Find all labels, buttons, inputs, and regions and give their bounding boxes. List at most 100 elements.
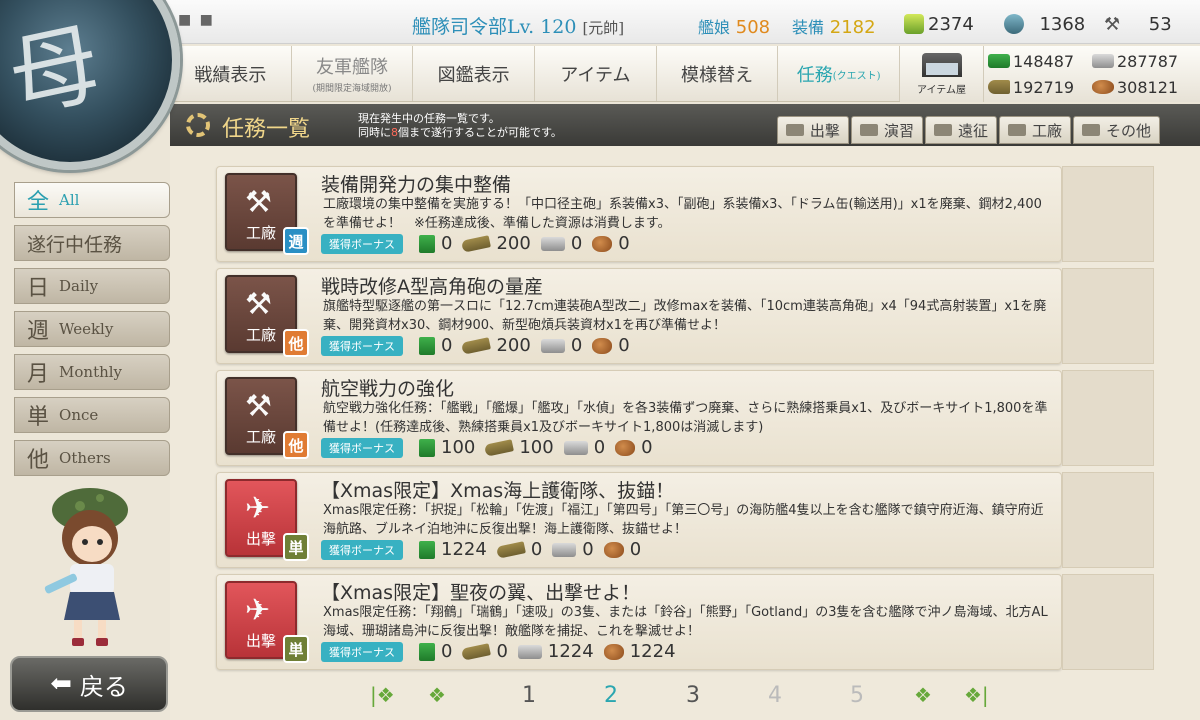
steel-count: 287787 bbox=[1092, 48, 1196, 74]
ammo-icon bbox=[495, 540, 526, 559]
reward-ammo: 0 bbox=[495, 539, 542, 560]
fuel-icon bbox=[419, 438, 435, 457]
quest-status-slot bbox=[1062, 268, 1154, 364]
reward-fuel: 1224 bbox=[419, 539, 487, 560]
quest-item[interactable]: ✈ 出撃 単 【Xmas限定】聖夜の翼、出撃せよ！ Xmas限定任務：「翔鶴」「瑞… bbox=[216, 574, 1062, 670]
filter-all[interactable]: 全 All bbox=[14, 182, 170, 218]
page-3[interactable]: 3 bbox=[686, 683, 700, 708]
reward-steel: 0 bbox=[563, 437, 605, 458]
page-4[interactable]: 4 bbox=[768, 683, 782, 708]
shop-icon bbox=[921, 52, 962, 77]
filter-daily[interactable]: 日 Daily bbox=[14, 268, 170, 304]
page-1[interactable]: 1 bbox=[522, 683, 536, 708]
filter-once[interactable]: 単 Once bbox=[14, 397, 170, 433]
prev-page-button[interactable]: ❖ bbox=[428, 683, 446, 707]
steel-icon bbox=[552, 542, 577, 557]
main-nav: 戦績表示 友軍艦隊 (期間限定海域開放) 図鑑表示 アイテム 模様替え 任務 (クエ… bbox=[170, 46, 901, 102]
bonus-button[interactable]: 獲得ボーナス bbox=[321, 335, 403, 356]
ammo-count: 192719 bbox=[988, 74, 1092, 100]
port-emblem[interactable]: 母 bbox=[0, 0, 180, 170]
tab-sortie[interactable]: 出撃 bbox=[776, 116, 849, 144]
reward-bauxite: 1224 bbox=[603, 641, 676, 662]
back-button[interactable]: ⬅ 戻る bbox=[10, 656, 168, 712]
tab-arsenal[interactable]: 工廠 bbox=[998, 116, 1071, 144]
hammer-icon: ⚒ bbox=[245, 389, 272, 424]
filter-in-progress[interactable]: 遂行中任務 bbox=[14, 225, 170, 261]
quest-status-slot bbox=[1062, 166, 1154, 262]
ship-count: 艦娘 508 bbox=[698, 17, 771, 38]
reward-bauxite: 0 bbox=[592, 233, 630, 254]
steel-icon bbox=[563, 440, 588, 455]
tab-other[interactable]: その他 bbox=[1072, 116, 1160, 144]
steel-icon bbox=[517, 644, 542, 659]
page-2[interactable]: 2 bbox=[604, 683, 618, 708]
ammo-icon bbox=[484, 438, 515, 457]
quest-description: 航空戦力強化任務：「艦戦」「艦爆」「艦攻」「水偵」を各3装備ずつ廃棄、さらに熟練… bbox=[323, 401, 1048, 435]
quest-item[interactable]: ✈ 出撃 単 【Xmas限定】Xmas海上護衛隊、抜錨！ Xmas限定任務：「択捉… bbox=[216, 472, 1062, 568]
reward-steel: 0 bbox=[552, 539, 594, 560]
quest-title: 装備開発力の集中整備 bbox=[321, 174, 512, 196]
filter-tabs: 出撃 演習 遠征 工廠 その他 bbox=[776, 116, 1160, 144]
bonus-button[interactable]: 獲得ボーナス bbox=[321, 641, 403, 662]
quest-list-panel: ⚒ 工廠 週 装備開発力の集中整備 工廠環境の集中整備を実施する！「中口径主砲」系… bbox=[170, 146, 1200, 720]
filter-monthly[interactable]: 月 Monthly bbox=[14, 354, 170, 390]
quest-item[interactable]: ⚒ 工廠 週 装備開発力の集中整備 工廠環境の集中整備を実施する！「中口径主砲」系… bbox=[216, 166, 1062, 262]
first-page-button[interactable]: |❖ bbox=[370, 683, 395, 707]
reward-ammo: 100 bbox=[484, 437, 554, 458]
reward-steel: 0 bbox=[540, 335, 582, 356]
reward-fuel: 0 bbox=[419, 335, 452, 356]
quest-title: 【Xmas限定】Xmas海上護衛隊、抜錨！ bbox=[321, 480, 675, 502]
top-status-bar: ■ ■ 艦隊司令部Lv. 120 [元帥] 艦娘 508 装備 2182 2374… bbox=[0, 0, 1200, 44]
reward-fuel: 0 bbox=[419, 233, 452, 254]
page-5[interactable]: 5 bbox=[850, 683, 864, 708]
quest-description: Xmas限定任務：「択捉」「松輪」「佐渡」「福江」「第四号」「第三〇号」の海防艦… bbox=[323, 503, 1044, 537]
plane-icon: ✈ bbox=[245, 491, 271, 526]
bucket-count: 2374 bbox=[904, 14, 974, 35]
last-page-button[interactable]: ❖| bbox=[964, 683, 989, 707]
bucket-icon bbox=[904, 14, 924, 34]
quest-filter-sidebar: 全 All 遂行中任務 日 Daily 週 Weekly 月 Monthly 単 Once… bbox=[14, 182, 170, 483]
fuel-icon bbox=[988, 54, 1010, 68]
quest-item[interactable]: ⚒ 工廠 他 航空戦力の強化 航空戦力強化任務：「艦戦」「艦爆」「艦攻」「水偵」を… bbox=[216, 370, 1062, 466]
bauxite-icon bbox=[603, 541, 624, 558]
tab-exercise[interactable]: 演習 bbox=[850, 116, 923, 144]
item-shop-button[interactable]: アイテム屋 bbox=[900, 46, 984, 102]
papers-icon bbox=[1081, 124, 1100, 136]
nav-record[interactable]: 戦績表示 bbox=[170, 46, 292, 101]
nav-quests[interactable]: 任務 (クエスト) bbox=[778, 46, 901, 101]
reward-ammo: 200 bbox=[461, 335, 531, 356]
reward-ammo: 200 bbox=[461, 233, 531, 254]
back-arrow-icon: ⬅ bbox=[50, 669, 72, 699]
badge-weekly: 週 bbox=[283, 227, 309, 255]
admiral-name-masked: ■ ■ bbox=[178, 12, 215, 28]
fuel-icon bbox=[419, 234, 435, 253]
reward-bauxite: 0 bbox=[592, 335, 630, 356]
quest-item[interactable]: ⚒ 工廠 他 戦時改修A型高角砲の量産 旗艦特型駆逐艦の第一スロに「12.7cm連… bbox=[216, 268, 1062, 364]
wrench-icon bbox=[1007, 124, 1026, 136]
nav-library[interactable]: 図鑑表示 bbox=[413, 46, 536, 101]
hammer-count: ⚒ 53 bbox=[1104, 14, 1172, 35]
bonus-button[interactable]: 獲得ボーナス bbox=[321, 539, 403, 560]
mascot-character bbox=[44, 488, 128, 646]
steel-icon bbox=[540, 236, 565, 251]
bauxite-icon bbox=[592, 235, 613, 252]
filter-weekly[interactable]: 週 Weekly bbox=[14, 311, 170, 347]
filter-others[interactable]: 他 Others bbox=[14, 440, 170, 476]
plane-icon: ✈ bbox=[245, 593, 271, 628]
next-page-button[interactable]: ❖ bbox=[914, 683, 932, 707]
reward-bauxite: 0 bbox=[603, 539, 641, 560]
tab-expedition[interactable]: 遠征 bbox=[924, 116, 997, 144]
quest-title: 航空戦力の強化 bbox=[321, 378, 455, 400]
bauxite-icon bbox=[592, 337, 613, 354]
quest-rewards: 獲得ボーナス 1224 0 0 0 bbox=[321, 539, 651, 560]
bauxite-icon bbox=[1092, 80, 1114, 94]
bonus-button[interactable]: 獲得ボーナス bbox=[321, 437, 403, 458]
quest-status-slot bbox=[1062, 574, 1154, 670]
nav-furniture[interactable]: 模様替え bbox=[657, 46, 779, 101]
screw-icon bbox=[1004, 14, 1024, 34]
bonus-button[interactable]: 獲得ボーナス bbox=[321, 233, 403, 254]
quest-rewards: 獲得ボーナス 0 200 0 0 bbox=[321, 233, 640, 254]
nav-items[interactable]: アイテム bbox=[535, 46, 657, 101]
hammer-icon: ⚒ bbox=[1104, 14, 1121, 35]
nav-friend-fleet[interactable]: 友軍艦隊 (期間限定海域開放) bbox=[292, 46, 414, 101]
